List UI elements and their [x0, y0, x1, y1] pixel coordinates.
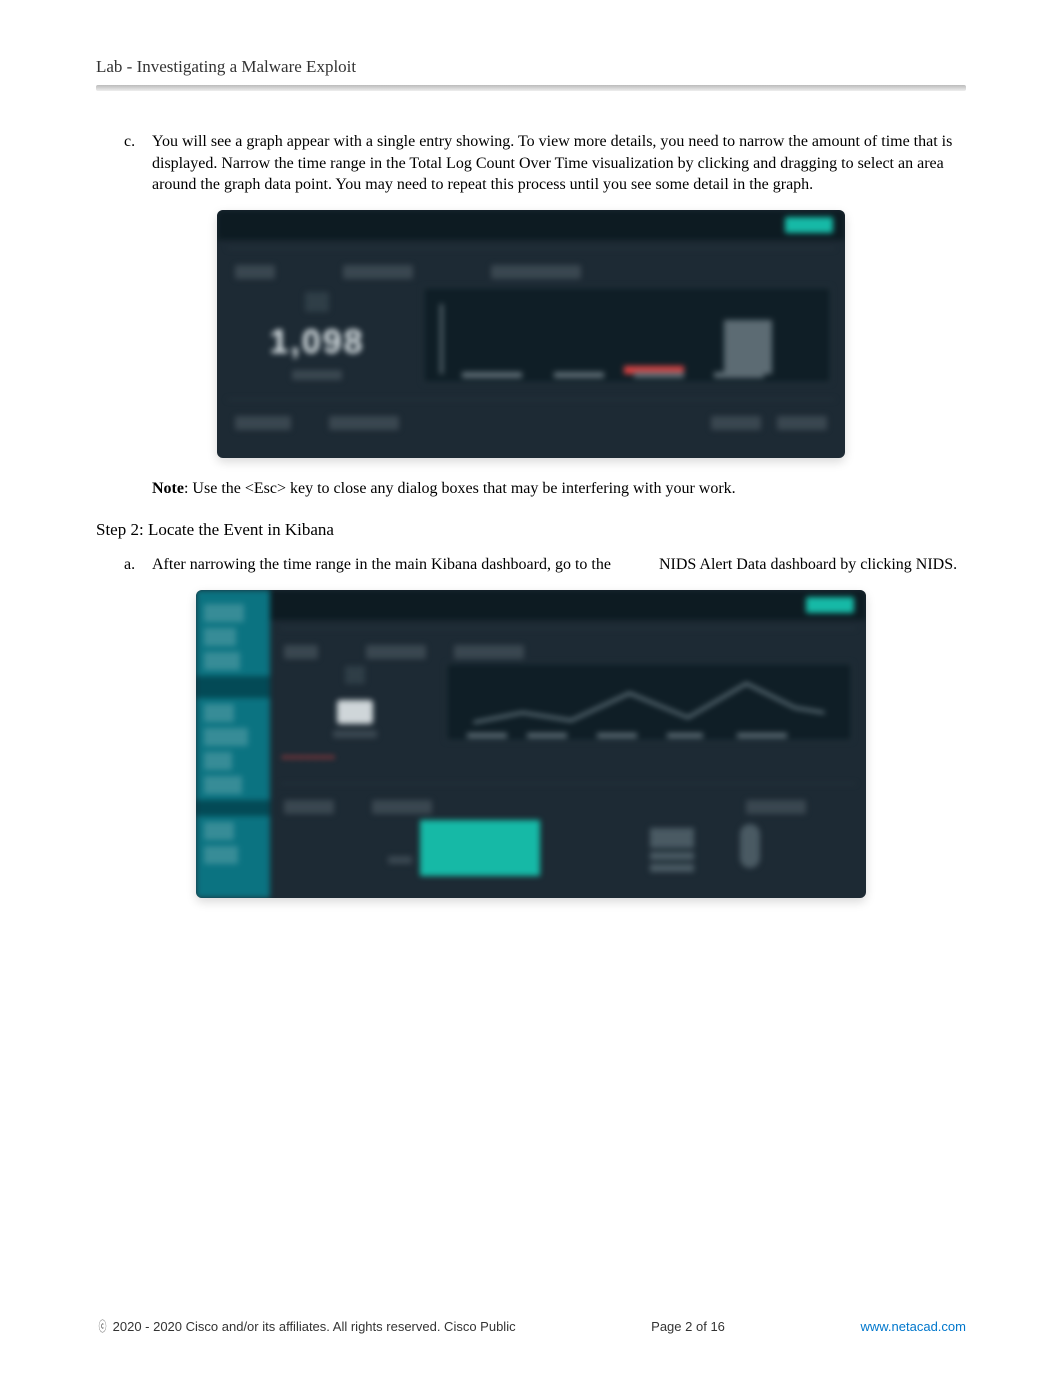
copyright-icon: ⓒ — [99, 1318, 107, 1336]
list-body-c: You will see a graph appear with a singl… — [152, 131, 966, 196]
item-a-post: NIDS Alert Data dashboard by clicking NI… — [659, 556, 957, 573]
figure2-time-chart — [446, 663, 852, 741]
figure2-red-label: ━━━━━━━ — [282, 751, 335, 766]
figure2-sidebar-active — [196, 676, 270, 698]
figure1-action-chip — [785, 217, 833, 233]
note-label: Note — [152, 480, 184, 497]
item-a-pre: After narrowing the time range in the ma… — [152, 556, 611, 573]
figure-kibana-nids: ━━━━━━━ — [196, 590, 866, 898]
page-footer: ⓒ 2020 - 2020 Cisco and/or its affiliate… — [96, 1318, 966, 1336]
figure2-count-box — [337, 700, 373, 724]
list-marker-a: a. — [96, 554, 152, 576]
figure1-total-count: 1,098 — [269, 320, 364, 366]
list-body-a: After narrowing the time range in the ma… — [152, 554, 966, 576]
figure-kibana-overview: 1,098 — [217, 210, 845, 458]
footer-url[interactable]: www.netacad.com — [860, 1318, 966, 1336]
header-underline — [96, 85, 966, 91]
list-item-a: a. After narrowing the time range in the… — [96, 554, 966, 576]
figure2-sidebar — [196, 590, 270, 898]
list-marker-c: c. — [96, 131, 152, 196]
footer-copyright: ⓒ 2020 - 2020 Cisco and/or its affiliate… — [96, 1318, 516, 1336]
figure2-action-chip — [806, 597, 854, 613]
figure1-topbar — [217, 210, 845, 240]
figure2-teal-block — [420, 820, 540, 876]
list-item-c: c. You will see a graph appear with a si… — [96, 131, 966, 196]
note-text: : Use the <Esc> key to close any dialog … — [184, 480, 736, 497]
note-line: Note: Use the <Esc> key to close any dia… — [152, 478, 966, 500]
step2-heading: Step 2: Locate the Event in Kibana — [96, 519, 966, 542]
figure2-topbar — [270, 590, 866, 620]
page-header-title: Lab - Investigating a Malware Exploit — [96, 56, 966, 85]
figure1-time-chart — [423, 287, 831, 383]
footer-page-number: Page 2 of 16 — [651, 1318, 725, 1336]
